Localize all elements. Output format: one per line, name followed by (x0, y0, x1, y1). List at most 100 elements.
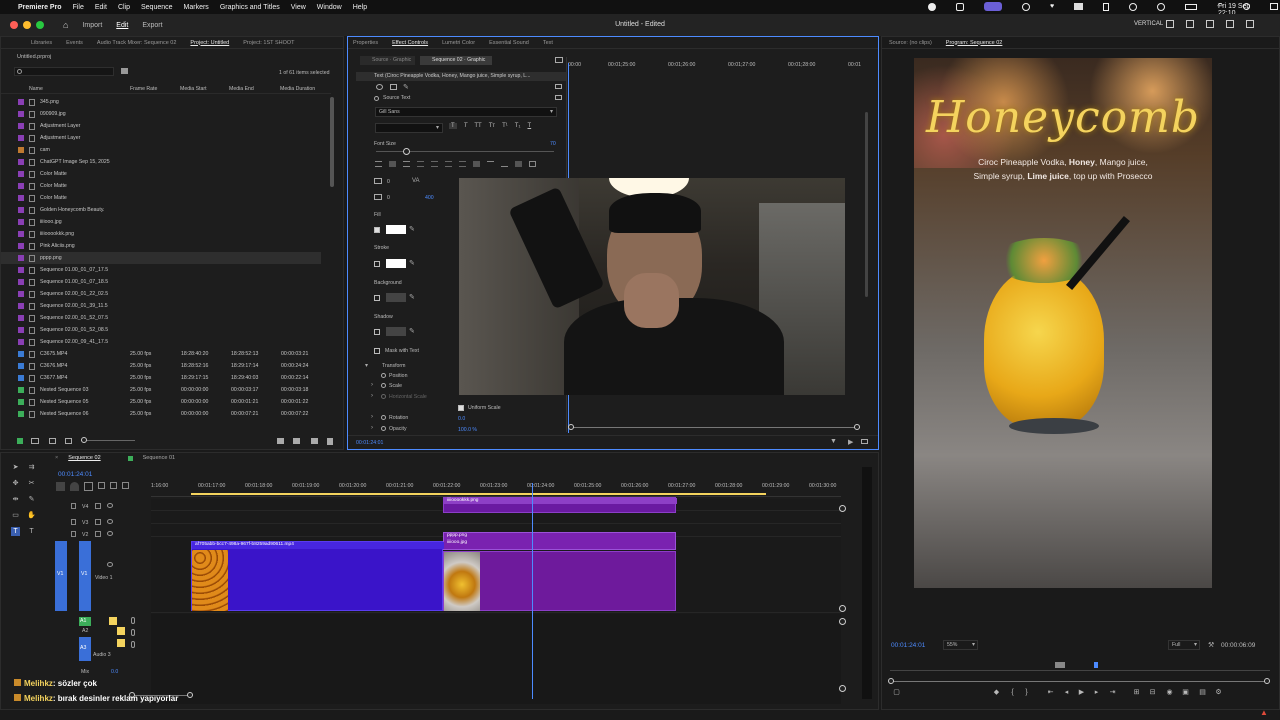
project-item-row[interactable]: Nested Sequence 05 25.00 fps 00:00:00:00 00… (1, 396, 321, 408)
filter-icon[interactable]: ▼ (830, 438, 837, 445)
step-back-icon[interactable]: ◂ (1062, 688, 1071, 697)
project-item-row[interactable]: C3677.MP4 25.00 fps 18:29:17:15 18:29:40:03… (1, 372, 321, 384)
maximize-window-button[interactable] (36, 21, 44, 29)
opacity-value[interactable]: 100.0 % (458, 427, 477, 433)
lock-icon[interactable] (1103, 3, 1110, 11)
project-item-row[interactable]: Adjustment Layer (1, 132, 321, 144)
eye-icon[interactable] (107, 531, 113, 536)
project-search-input[interactable] (14, 67, 114, 76)
overwrite-icon[interactable]: ⊟ (1148, 688, 1157, 697)
app-menu[interactable]: Premiere Pro (18, 4, 62, 11)
solo-button-a1[interactable] (109, 617, 117, 625)
background-checkbox[interactable] (374, 295, 380, 301)
scroll-handle-mid[interactable] (839, 605, 846, 612)
tab-sequence-02[interactable]: Sequence 02 (68, 455, 100, 461)
go-to-out-icon[interactable]: ⇥ (1108, 688, 1117, 697)
close-window-button[interactable] (10, 21, 18, 29)
label-color-swatch[interactable] (18, 291, 24, 297)
wrench-icon[interactable]: ⚒ (1208, 641, 1214, 649)
underline-icon[interactable]: T (527, 123, 531, 129)
pause-icon[interactable] (1157, 3, 1166, 11)
column-frame-rate[interactable]: Frame Rate (130, 86, 157, 92)
label-color-swatch[interactable] (18, 171, 24, 177)
ellipse-mask-icon[interactable] (376, 84, 383, 90)
effect-timecode[interactable]: 00:01:24:01 (356, 440, 383, 446)
tab-project-untitled[interactable]: Project: Untitled (190, 40, 229, 46)
record-icon[interactable] (928, 3, 936, 11)
label-color-swatch[interactable] (18, 411, 24, 417)
insert-icon[interactable]: ⊞ (1132, 688, 1141, 697)
pen-tool-icon[interactable]: ✎ (27, 495, 36, 504)
zoom-handle-right[interactable] (1264, 678, 1270, 684)
project-item-row[interactable]: Sequence 02.00_01_52_08.5 (1, 324, 321, 336)
panel-menu-icon[interactable] (555, 57, 563, 63)
clip-v2[interactable]: pppp.png iiiiooo.jpg (443, 532, 676, 550)
solo-button-a3[interactable] (117, 639, 125, 647)
camera-icon[interactable]: ◉ (1165, 688, 1174, 697)
mix-value[interactable]: 0.0 (111, 669, 118, 675)
sync-icon[interactable] (1129, 3, 1138, 11)
superscript-icon[interactable]: T¹ (502, 123, 508, 129)
font-size-slider-handle[interactable] (403, 148, 410, 155)
menu-clip[interactable]: Clip (118, 4, 130, 11)
label-color-swatch[interactable] (18, 255, 24, 261)
heart-icon[interactable]: ♥ (1050, 3, 1054, 11)
menu-markers[interactable]: Markers (184, 4, 209, 11)
font-size-slider[interactable] (376, 148, 554, 155)
justify-center-icon[interactable] (431, 161, 438, 167)
fullscreen-icon[interactable] (1186, 20, 1194, 28)
project-scrollbar[interactable] (330, 97, 334, 187)
thumbnail-size-slider[interactable] (81, 437, 135, 443)
reset-icon[interactable] (555, 84, 562, 89)
solo-button-a2[interactable] (117, 627, 125, 635)
workspace-label[interactable]: VERTICAL (1134, 21, 1163, 27)
tab-events[interactable]: Events (66, 40, 83, 46)
program-video-frame[interactable]: Honeycomb Ciroc Pineapple Vodka, Honey, … (914, 58, 1212, 588)
stopwatch-icon[interactable] (381, 426, 386, 431)
project-item-row[interactable]: Pink Aliciis.png (1, 240, 321, 252)
quick-export-icon[interactable] (1226, 20, 1234, 28)
tab-project-1st-shoot[interactable]: Project: 1ST SHOOT (243, 40, 294, 46)
rotation-value[interactable]: 0.0 (458, 416, 465, 422)
label-color-swatch[interactable] (18, 159, 24, 165)
zoom-handle-left[interactable] (888, 678, 894, 684)
fill-color-swatch[interactable] (386, 225, 406, 234)
sync-lock-icon[interactable] (95, 531, 101, 537)
column-media-duration[interactable]: Media Duration (280, 86, 315, 92)
timeline-playhead[interactable] (532, 483, 533, 699)
lock-icon[interactable] (71, 531, 76, 537)
sync-lock-icon[interactable] (95, 503, 101, 509)
align-middle-icon[interactable] (487, 161, 494, 167)
italic-icon[interactable]: T (464, 123, 468, 129)
label-color-swatch[interactable] (18, 327, 24, 333)
project-item-row[interactable]: C3676.MP4 25.00 fps 18:28:52:16 18:29:17:14… (1, 360, 321, 372)
nest-icon[interactable] (56, 482, 65, 491)
project-item-row[interactable]: C3675.MP4 25.00 fps 18:28:40:20 18:28:52:13… (1, 348, 321, 360)
close-tab-icon[interactable]: × (55, 455, 58, 461)
tab-libraries[interactable]: Libraries (31, 40, 52, 46)
lock-icon[interactable] (71, 503, 76, 509)
linked-selection-icon[interactable] (84, 482, 93, 491)
track-label-v3[interactable]: V3 (82, 520, 88, 526)
menu-edit[interactable]: Edit (95, 4, 107, 11)
label-color-swatch[interactable] (18, 123, 24, 129)
timeline-vertical-scroll[interactable] (839, 505, 846, 692)
sync-lock-icon[interactable] (95, 519, 101, 525)
program-timecode[interactable]: 00:01:24:01 (891, 642, 925, 649)
label-color-swatch[interactable] (18, 231, 24, 237)
gear-icon[interactable] (1022, 3, 1030, 11)
project-item-row[interactable]: ChatGPT Image Sep 15, 2025 (1, 156, 321, 168)
new-bin-icon[interactable] (121, 68, 128, 74)
column-media-start[interactable]: Media Start (180, 86, 207, 92)
project-item-row[interactable]: Adjustment Layer (1, 120, 321, 132)
control-center-icon[interactable] (1270, 3, 1279, 10)
automate-icon[interactable] (277, 438, 284, 444)
fill-checkbox[interactable] (374, 227, 380, 233)
track-select-tool-icon[interactable]: ⇉ (27, 463, 36, 472)
tracking-value[interactable]: 0 (387, 179, 390, 185)
program-zoom-bar[interactable] (888, 678, 1270, 684)
pen-mask-icon[interactable]: ✎ (403, 83, 409, 91)
proxy-icon[interactable]: ▤ (1198, 688, 1207, 697)
tab-source-monitor[interactable]: Source: (no clips) (889, 40, 932, 46)
subscript-icon[interactable]: T₁ (515, 123, 521, 129)
